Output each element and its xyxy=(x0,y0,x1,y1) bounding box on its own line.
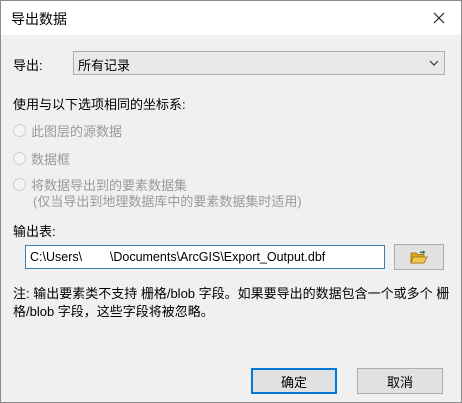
open-folder-icon xyxy=(410,249,428,263)
export-selected-value: 所有记录 xyxy=(78,58,131,73)
export-data-dialog: 导出数据 导出: 所有记录 使用与以下选项相同的坐标系: 此图层的源数据 数据框… xyxy=(0,0,462,403)
radio-data-frame[interactable]: 数据框 xyxy=(13,149,70,168)
radio-source-data[interactable]: 此图层的源数据 xyxy=(13,121,122,140)
export-select[interactable]: 所有记录 xyxy=(73,51,445,75)
output-path-input[interactable] xyxy=(26,246,384,268)
dialog-title: 导出数据 xyxy=(11,11,67,27)
radio-label: 数据框 xyxy=(31,152,71,167)
title-bar: 导出数据 xyxy=(1,1,461,35)
chevron-down-icon xyxy=(429,60,439,66)
radio-feature-dataset-hint: (仅当导出到地理数据库中的要素数据集时适用) xyxy=(33,194,302,209)
radio-label: 此图层的源数据 xyxy=(31,124,123,139)
ok-button[interactable]: 确定 xyxy=(251,368,337,394)
browse-button[interactable] xyxy=(394,244,444,270)
close-icon xyxy=(433,12,445,24)
note-text: 注: 输出要素类不支持 栅格/blob 字段。如果要导出的数据包含一个或多个 栅… xyxy=(13,286,450,319)
coord-system-label: 使用与以下选项相同的坐标系: xyxy=(13,97,186,112)
output-table-label: 输出表: xyxy=(13,224,56,239)
export-label: 导出: xyxy=(13,58,43,73)
cancel-button[interactable]: 取消 xyxy=(357,368,443,394)
output-path-field[interactable] xyxy=(25,245,385,269)
radio-button[interactable] xyxy=(13,178,26,191)
close-button[interactable] xyxy=(425,5,453,31)
radio-button[interactable] xyxy=(13,124,26,137)
radio-button[interactable] xyxy=(13,152,26,165)
